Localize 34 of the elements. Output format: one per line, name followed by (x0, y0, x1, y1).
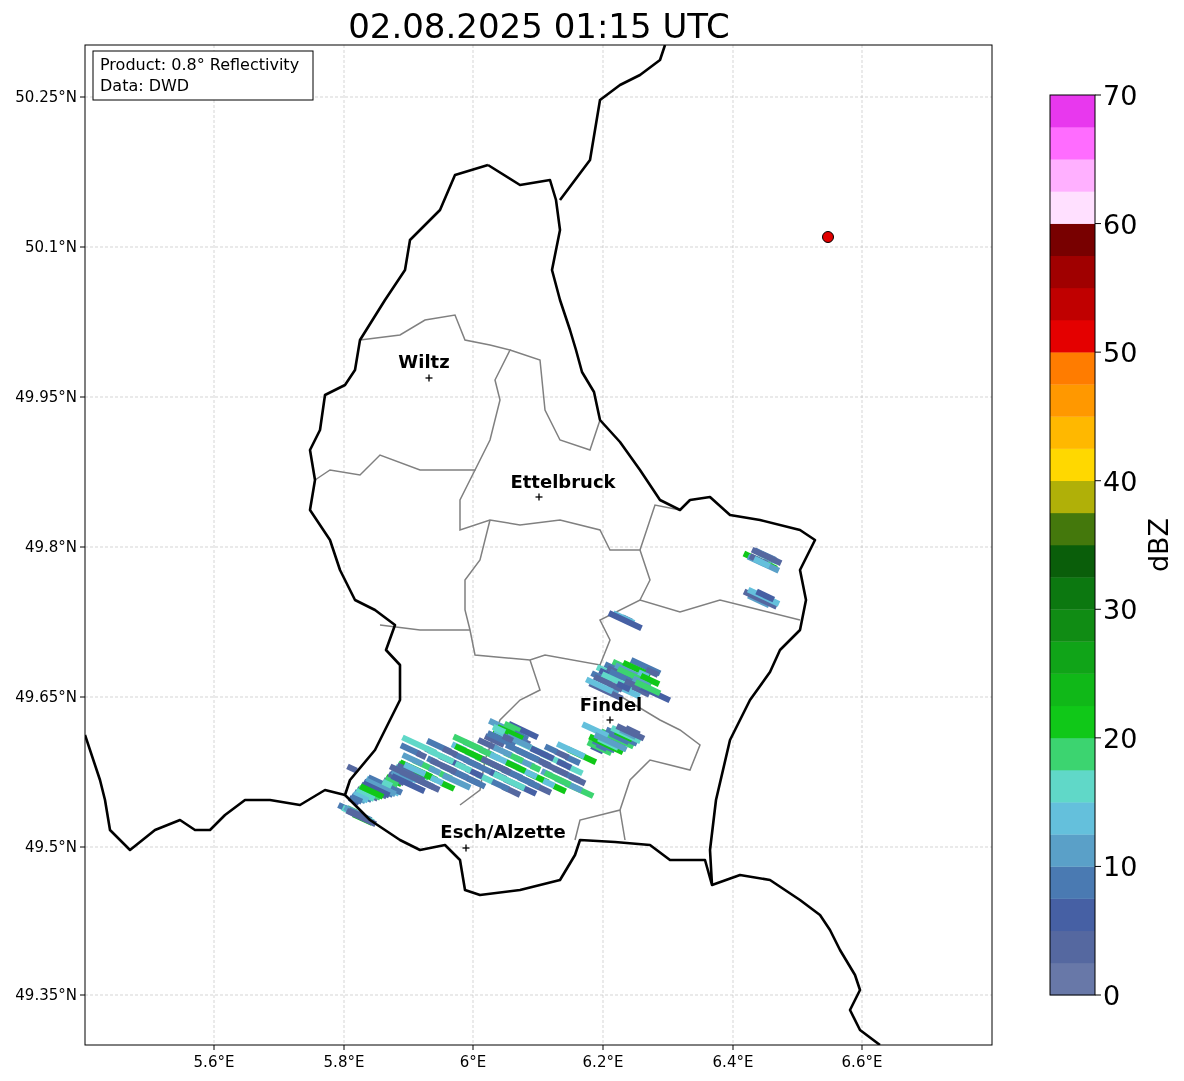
latitude-label: 49.8°N (24, 538, 77, 556)
longitude-label: 5.6°E (193, 1053, 235, 1071)
info-text: Data: DWD (100, 76, 190, 95)
longitude-label: 6.2°E (582, 1053, 624, 1071)
latitude-label: 49.95°N (15, 388, 77, 406)
latitude-label: 49.5°N (24, 838, 77, 856)
city-marker-icon (605, 715, 615, 725)
colorbar-tick-label: 10 (1103, 851, 1138, 883)
colorbar-tick-label: 60 (1103, 208, 1138, 240)
city-label: Esch/Alzette (440, 821, 566, 842)
longitude-label: 6.4°E (712, 1053, 754, 1071)
city-marker-icon (424, 373, 434, 383)
latitude-label: 50.1°N (24, 238, 77, 256)
longitude-label: 5.8°E (323, 1053, 365, 1071)
colorbar-tick-label: 70 (1103, 80, 1138, 111)
city-label: Findel (579, 694, 643, 715)
radar-site-marker (822, 231, 834, 243)
latitude-label: 49.35°N (15, 986, 77, 1004)
colorbar-tick-label: 20 (1103, 722, 1138, 754)
colorbar-label: dBZ (1143, 517, 1174, 573)
city-marker-icon (534, 492, 544, 502)
latitude-label: 49.65°N (15, 688, 77, 706)
city-label: Ettelbruck (510, 471, 616, 492)
colorbar-tick-label: 40 (1103, 465, 1138, 497)
longitude-label: 6.6°E (841, 1053, 883, 1071)
colorbar-tick-label: 30 (1103, 594, 1138, 626)
plot-title: 02.08.2025 01:15 UTC (348, 6, 730, 46)
info-text: Product: 0.8° Reflectivity (100, 55, 300, 74)
city-label: Wiltz (398, 351, 450, 372)
colorbar-tick-label: 0 (1103, 980, 1121, 1011)
latitude-label: 50.25°N (15, 88, 77, 106)
colorbar-tick-label: 50 (1103, 337, 1138, 369)
longitude-label: 6°E (459, 1053, 487, 1071)
city-marker-icon (461, 843, 471, 853)
